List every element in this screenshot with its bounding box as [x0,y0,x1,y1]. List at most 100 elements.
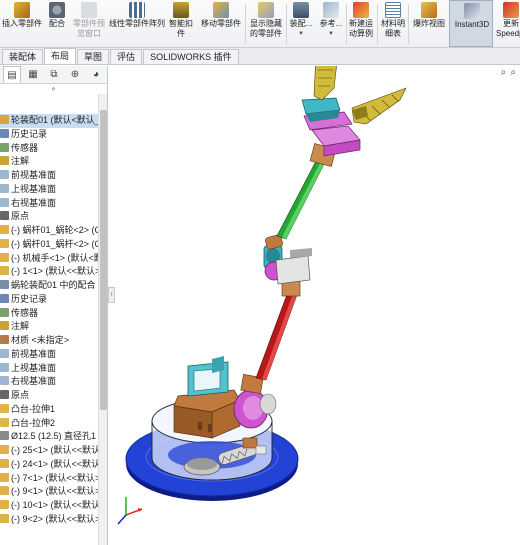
mate-icon [49,2,65,18]
tree-item[interactable]: (-) 机械手<1> (默认<默认 [0,252,98,266]
tree-item[interactable]: (-) 24<1> (默认<<默认>_ [0,458,98,472]
tree-item[interactable]: (-) 1<1> (默认<<默认>_ [0,265,98,279]
instant3d-button[interactable]: Instant3D [449,0,493,47]
filter-icon[interactable]: ⋄ [0,85,107,94]
part-icon [0,445,9,454]
new-motion-study-button[interactable]: 新建运动算例 [347,2,375,39]
part-icon [0,252,9,262]
tab-sketch[interactable]: 草图 [77,49,110,64]
property-manager-icon[interactable]: ▦ [24,66,42,83]
tree-item[interactable]: 上视基准面 [0,362,98,376]
tree-item-label: 历史记录 [11,293,48,304]
part-icon [0,513,9,523]
sensor-icon [0,307,9,317]
tab-solidworks-addins[interactable]: SOLIDWORKS 插件 [143,49,239,64]
insert-component-icon [14,2,30,18]
gripper-assembly [301,66,407,157]
tree-item[interactable]: 右视基准面 [0,197,98,211]
plane-icon [0,170,9,179]
update-speedpak-button[interactable]: 更新Speedpak [496,2,520,39]
tree-item[interactable]: 传感器 [0,142,98,156]
tab-evaluate[interactable]: 评估 [110,49,143,64]
tree-item[interactable]: (-) 7<1> (默认<<默认>_ [0,472,98,486]
component-preview-button[interactable]: 零部件预览窗口 [72,2,106,39]
display-manager-icon[interactable]: ◕ [87,66,105,83]
move-component-button[interactable]: 移动零部件 [198,2,244,29]
part-icon [0,225,9,234]
tree-item[interactable]: 上视基准面 [0,183,98,197]
tree-item[interactable]: Ø12.5 (12.5) 直径孔1 [0,430,98,444]
material-icon [0,335,9,344]
tree-item[interactable]: 传感器 [0,307,98,321]
tree-item[interactable]: 注解 [0,320,98,334]
tree-scrollbar[interactable] [98,94,107,545]
part-icon [0,458,9,468]
tree-item[interactable]: 右视基准面 [0,375,98,389]
panel-tabs: ▤ ▦ ⧉ ⊕ ◕ [0,66,107,84]
tree-item-label: 历史记录 [11,128,48,139]
show-hidden-icon [258,2,274,18]
assembly-feature-button[interactable]: 装配... ▼ [287,2,315,39]
feature-manager-icon[interactable]: ▤ [3,66,21,83]
show-hidden-components-button[interactable]: 显示隐藏的零部件 [247,2,285,39]
instant3d-icon [464,3,480,19]
ribbon-separator [408,4,409,44]
feature-manager-panel: ▤ ▦ ⧉ ⊕ ◕ ⋄ 轮装配01 (默认<默认_显示历史记录传感器注解前视基准… [0,66,108,545]
tree-item[interactable]: (-) 25<1> (默认<<默认>_ [0,444,98,458]
config-manager-icon[interactable]: ⧉ [45,66,63,83]
tree-item[interactable]: (-) 9<1> (默认<<默认>_ [0,485,98,499]
linear-pattern-button[interactable]: 线性零部件阵列 [108,2,166,29]
reference-geometry-button[interactable]: 参考... ▼ [317,2,345,39]
tree-item-label: 凸台-拉伸1 [11,403,56,414]
tree-item[interactable]: 前视基准面 [0,169,98,183]
tree-item-label: 传感器 [11,307,39,318]
tree-item[interactable]: 原点 [0,210,98,224]
ribbon-separator [245,4,246,44]
tree-item-label: 轮装配01 (默认<默认_显示 [11,115,98,125]
insert-component-button[interactable]: 插入零部件 [2,2,42,29]
tree-item[interactable]: 原点 [0,389,98,403]
tree-item[interactable]: 注解 [0,155,98,169]
tree-item[interactable]: (-) 蜗杆01_蜗杆<2> (Gea [0,238,98,252]
tree-item-label: (-) 蜗杆01_蜗轮<2> (Gea [11,225,98,235]
elbow-joint [263,234,312,285]
mate-button[interactable]: 配合 [44,2,70,29]
dimxpert-icon[interactable]: ⊕ [66,66,84,83]
tree-item[interactable]: (-) 9<2> (默认<<默认>_ [0,513,98,527]
robot-arm-model [117,66,407,525]
part-icon [0,486,9,496]
tree-item[interactable]: (-) 10<1> (默认<<默认>_ [0,499,98,513]
tree-item-label: 右视基准面 [11,197,57,208]
tab-assembly[interactable]: 装配体 [2,49,44,64]
tree-item[interactable]: 历史记录 [0,128,98,142]
bill-of-materials-button[interactable]: 材料明细表 [379,2,407,39]
base-turret [173,356,241,439]
tree-item[interactable]: (-) 蜗杆01_蜗轮<2> (Gea [0,224,98,238]
tab-layout[interactable]: 布局 [44,48,77,64]
plane-icon [0,183,9,193]
hole-icon [0,431,9,441]
tree-item[interactable]: 材质 <未指定> [0,334,98,348]
assembly-icon [0,115,9,124]
plane-icon [0,197,9,207]
sensor-icon [0,142,9,152]
tree-item[interactable]: 前视基准面 [0,348,98,362]
graphics-viewport[interactable]: ⌕ ⌕ [116,66,520,545]
solidworks-window: 插入零部件 配合 零部件预览窗口 线性零部件阵列 智能扣件 移动零部件 显示隐藏… [0,0,520,545]
smart-fastener-button[interactable]: 智能扣件 [168,2,194,39]
tree-item[interactable]: 轮装配01 (默认<默认_显示 [0,114,98,128]
tree-item[interactable]: 凸台-拉伸2 [0,417,98,431]
tree-item[interactable]: 历史记录 [0,293,98,307]
mates-icon [0,280,9,289]
tree-item[interactable]: 蜗轮装配01 中的配合 [0,279,98,293]
tree-item[interactable]: 凸台-拉伸1 [0,403,98,417]
collapse-panel-handle[interactable]: › [108,287,115,303]
exploded-view-button[interactable]: 爆炸视图 [410,2,448,29]
lower-arm [255,279,301,381]
bom-icon [385,2,401,18]
zoom-area-icon[interactable]: ⌕ [510,67,516,78]
scrollbar-thumb[interactable] [100,110,107,410]
history-icon [0,293,9,303]
annotation-icon [0,156,9,166]
zoom-to-fit-icon[interactable]: ⌕ [501,67,507,78]
